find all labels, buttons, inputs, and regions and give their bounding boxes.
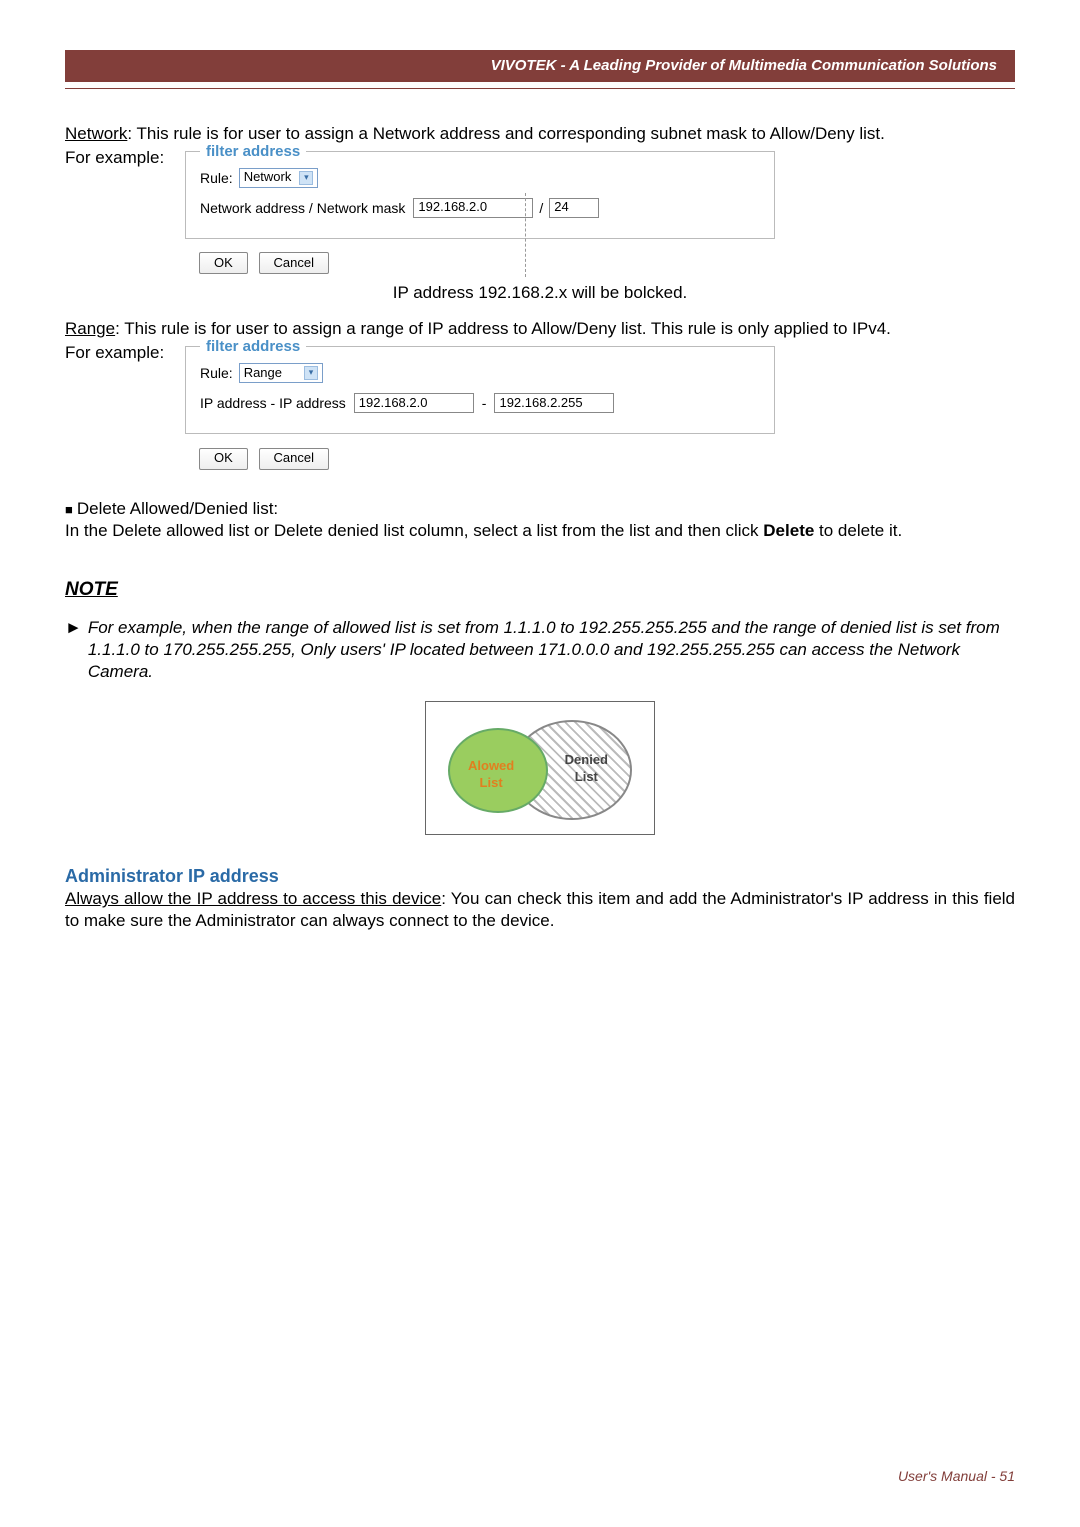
network-address-input[interactable]: 192.168.2.0 bbox=[413, 198, 533, 218]
admin-underline: Always allow the IP address to access th… bbox=[65, 889, 441, 908]
triangle-right-icon: ► bbox=[65, 617, 82, 639]
delete-list-body: In the Delete allowed list or Delete den… bbox=[65, 520, 1015, 542]
range-text: : This rule is for user to assign a rang… bbox=[115, 319, 891, 338]
page-header: VIVOTEK - A Leading Provider of Multimed… bbox=[65, 50, 1015, 82]
ok-button[interactable]: OK bbox=[199, 252, 248, 274]
ip-from-input[interactable]: 192.168.2.0 bbox=[354, 393, 474, 413]
chevron-down-icon: ▾ bbox=[299, 171, 313, 185]
delete-body-pre: In the Delete allowed list or Delete den… bbox=[65, 521, 763, 540]
fieldset-legend-2: filter address bbox=[200, 337, 306, 357]
delete-bold: Delete bbox=[763, 521, 814, 540]
rule-select-network[interactable]: Network ▾ bbox=[239, 168, 319, 188]
network-label: Network bbox=[65, 124, 127, 143]
rule-select-value-1: Network bbox=[244, 169, 292, 186]
delete-body-post: to delete it. bbox=[814, 521, 902, 540]
rule-label-2: Rule: bbox=[200, 364, 233, 382]
slash-label: / bbox=[539, 199, 543, 217]
admin-ip-body: Always allow the IP address to access th… bbox=[65, 888, 1015, 932]
delete-list-heading: ■ Delete Allowed/Denied list: bbox=[65, 498, 1015, 520]
fieldset-legend-1: filter address bbox=[200, 142, 306, 162]
filter-address-fieldset-1: filter address Rule: Network ▾ Network a… bbox=[185, 151, 775, 239]
filter-address-fieldset-2: filter address Rule: Range ▾ IP address … bbox=[185, 346, 775, 434]
iprange-label: IP address - IP address bbox=[200, 394, 346, 412]
chevron-down-icon: ▾ bbox=[304, 366, 318, 380]
note-text: For example, when the range of allowed l… bbox=[88, 617, 1015, 683]
callout-line-1 bbox=[525, 193, 526, 277]
rule-select-range[interactable]: Range ▾ bbox=[239, 363, 323, 383]
network-mask-input[interactable]: 24 bbox=[549, 198, 599, 218]
admin-ip-heading: Administrator IP address bbox=[65, 865, 1015, 888]
rule-label-1: Rule: bbox=[200, 169, 233, 187]
header-rule bbox=[65, 88, 1015, 89]
network-text: : This rule is for user to assign a Netw… bbox=[127, 124, 885, 143]
delete-list-title: Delete Allowed/Denied list: bbox=[77, 499, 278, 518]
ip-to-input[interactable]: 192.168.2.255 bbox=[494, 393, 614, 413]
note-body: ► For example, when the range of allowed… bbox=[65, 617, 1015, 683]
example-label-1: For example: bbox=[65, 145, 185, 169]
page-footer: User's Manual - 51 bbox=[898, 1467, 1015, 1485]
cancel-button[interactable]: Cancel bbox=[259, 448, 329, 470]
ok-button[interactable]: OK bbox=[199, 448, 248, 470]
cancel-button[interactable]: Cancel bbox=[259, 252, 329, 274]
rule-select-value-2: Range bbox=[244, 365, 282, 382]
example-label-2: For example: bbox=[65, 340, 185, 364]
denied-label: DeniedList bbox=[565, 752, 608, 786]
allowed-label: AlowedList bbox=[468, 758, 514, 792]
range-label: Range bbox=[65, 319, 115, 338]
dash-label: - bbox=[482, 394, 487, 412]
caption-blocked: IP address 192.168.2.x will be bolcked. bbox=[65, 282, 1015, 304]
square-bullet-icon: ■ bbox=[65, 502, 73, 517]
netaddr-label: Network address / Network mask bbox=[200, 199, 405, 217]
note-heading: NOTE bbox=[65, 578, 1015, 603]
venn-diagram: AlowedList DeniedList bbox=[425, 701, 655, 835]
